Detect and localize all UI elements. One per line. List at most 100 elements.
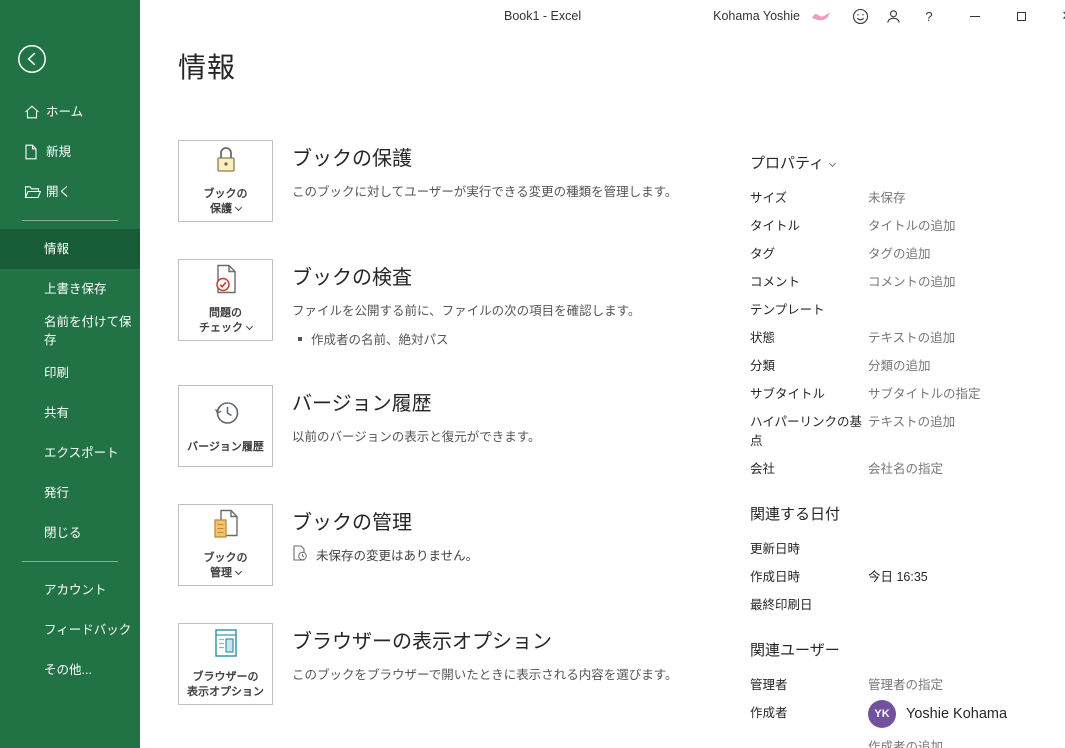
section-manage-workbook: ブックの 管理 ブックの管理 未保存の変更はありません。 xyxy=(178,504,750,586)
protect-workbook-button[interactable]: ブックの 保護 xyxy=(178,140,273,222)
inspect-finding: 作成者の名前、絶対パス xyxy=(298,329,640,348)
browser-view-icon xyxy=(213,628,239,663)
check-for-issues-button[interactable]: 問題の チェック xyxy=(178,259,273,341)
sidebar-item-new[interactable]: 新規 xyxy=(0,132,140,172)
sidebar-item-label: 開く xyxy=(46,184,72,199)
property-row-categories: 分類 分類の追加 xyxy=(750,355,1050,374)
sidebar-item-open[interactable]: 開く xyxy=(0,172,140,212)
add-status-action[interactable]: テキストの追加 xyxy=(868,327,955,346)
sidebar: ホーム 新規 開く 情報 上書き保存 名前を付けて保存 印刷 共有 エクスポート… xyxy=(0,0,140,748)
section-browser-view-options: ブラウザーの 表示オプション ブラウザーの表示オプション このブックをブラウザー… xyxy=(178,623,750,705)
button-label: ブックの 保護 xyxy=(203,188,248,215)
unsaved-document-icon xyxy=(292,545,307,564)
lock-icon xyxy=(213,145,239,180)
properties-heading[interactable]: プロパティ xyxy=(750,152,1050,173)
section-title: ブラウザーの表示オプション xyxy=(292,631,552,653)
sidebar-item-label: 印刷 xyxy=(44,366,70,381)
chevron-down-icon xyxy=(245,322,254,331)
section-description: ファイルを公開する前に、ファイルの次の項目を確認します。 xyxy=(292,304,641,318)
button-label: バージョン履歴 xyxy=(187,440,264,453)
section-protect-workbook: ブックの 保護 ブックの保護 このブックに対してユーザーが実行できる変更の種類を… xyxy=(178,140,750,222)
sidebar-item-print[interactable]: 印刷 xyxy=(0,353,140,393)
version-history-button[interactable]: バージョン履歴 xyxy=(178,385,273,467)
section-title: バージョン履歴 xyxy=(292,393,432,415)
button-label: ブックの 管理 xyxy=(203,552,248,579)
bullet-icon xyxy=(298,336,302,341)
add-category-action[interactable]: 分類の追加 xyxy=(868,355,931,374)
add-title-action[interactable]: タイトルの追加 xyxy=(868,215,956,234)
specify-manager-action[interactable]: 管理者の指定 xyxy=(868,674,943,693)
property-row-company: 会社 会社名の指定 xyxy=(750,458,1050,477)
section-description: このブックをブラウザーで開いたときに表示される内容を選びます。 xyxy=(292,668,678,682)
sidebar-item-save-as[interactable]: 名前を付けて保存 xyxy=(0,309,140,353)
property-value: 未保存 xyxy=(868,191,906,205)
property-row-subtitle: サブタイトル サブタイトルの指定 xyxy=(750,383,1050,402)
sidebar-item-options[interactable]: その他... xyxy=(0,650,140,690)
author-persona[interactable]: YK Yoshie Kohama xyxy=(868,700,1007,728)
sidebar-item-label: ホーム xyxy=(46,104,84,119)
sidebar-divider xyxy=(22,220,118,221)
sidebar-item-save[interactable]: 上書き保存 xyxy=(0,269,140,309)
signed-in-user[interactable]: Kohama Yoshie xyxy=(713,9,800,23)
manager-row: 管理者 管理者の指定 xyxy=(750,674,1050,693)
help-icon[interactable]: ? xyxy=(918,9,940,24)
close-button[interactable]: ✕ xyxy=(1044,0,1065,32)
page-title: 情報 xyxy=(178,52,237,83)
related-people-heading: 関連ユーザー xyxy=(750,642,840,659)
add-tag-action[interactable]: タグの追加 xyxy=(868,243,931,262)
sidebar-item-feedback[interactable]: フィードバック xyxy=(0,610,140,650)
manage-workbook-button[interactable]: ブックの 管理 xyxy=(178,504,273,586)
feedback-smiley-icon[interactable] xyxy=(852,8,869,25)
sidebar-item-info[interactable]: 情報 xyxy=(0,229,140,269)
chevron-down-icon xyxy=(234,203,243,212)
minimize-button[interactable] xyxy=(952,0,998,32)
related-dates-heading: 関連する日付 xyxy=(750,506,841,523)
add-hyperlink-base-action[interactable]: テキストの追加 xyxy=(868,411,955,430)
set-subtitle-action[interactable]: サブタイトルの指定 xyxy=(868,383,981,402)
property-row-hyperlink-base: ハイパーリンクの基点 テキストの追加 xyxy=(750,411,1050,449)
browser-view-options-button[interactable]: ブラウザーの 表示オプション xyxy=(178,623,273,705)
open-folder-icon xyxy=(24,185,41,199)
section-title: ブックの検査 xyxy=(292,267,412,289)
sidebar-item-label: フィードバック xyxy=(44,623,132,638)
sidebar-item-label: エクスポート xyxy=(44,446,119,461)
sidebar-item-export[interactable]: エクスポート xyxy=(0,433,140,473)
add-comment-action[interactable]: コメントの追加 xyxy=(868,271,956,290)
ink-flair-icon xyxy=(810,10,832,22)
sidebar-item-home[interactable]: ホーム xyxy=(0,92,140,132)
date-row-created: 作成日時 今日 16:35 xyxy=(750,566,1050,585)
info-actions-column: ブックの 保護 ブックの保護 このブックに対してユーザーが実行できる変更の種類を… xyxy=(178,140,750,748)
content-area: Book1 - Excel Kohama Yoshie ? 情報 ブックの 保護… xyxy=(140,0,1065,748)
section-description: このブックに対してユーザーが実行できる変更の種類を管理します。 xyxy=(292,185,678,199)
sidebar-item-share[interactable]: 共有 xyxy=(0,393,140,433)
titlebar: Book1 - Excel Kohama Yoshie ? xyxy=(140,0,1065,32)
sidebar-item-label: 上書き保存 xyxy=(44,281,107,296)
author-row: 作成者 YK Yoshie Kohama xyxy=(750,700,1050,728)
chevron-down-icon xyxy=(829,159,837,168)
sidebar-item-label: 名前を付けて保存 xyxy=(44,315,132,348)
new-document-icon xyxy=(24,144,41,160)
sidebar-item-label: 共有 xyxy=(44,406,70,421)
history-clock-icon xyxy=(211,398,241,433)
sidebar-item-label: 情報 xyxy=(44,241,70,256)
back-button[interactable] xyxy=(17,44,47,74)
sidebar-item-label: 発行 xyxy=(44,486,70,501)
set-company-action[interactable]: 会社名の指定 xyxy=(868,458,943,477)
sidebar-item-publish[interactable]: 発行 xyxy=(0,473,140,513)
maximize-icon xyxy=(1016,11,1026,21)
maximize-button[interactable] xyxy=(998,0,1044,32)
sidebar-item-label: 新規 xyxy=(46,144,72,159)
window-title: Book1 - Excel xyxy=(504,9,582,23)
back-arrow-icon xyxy=(18,45,46,73)
account-person-icon[interactable] xyxy=(885,8,902,25)
sidebar-item-label: アカウント xyxy=(44,583,107,598)
date-value: 今日 16:35 xyxy=(868,570,928,584)
sidebar-item-account[interactable]: アカウント xyxy=(0,570,140,610)
section-version-history: バージョン履歴 バージョン履歴 以前のバージョンの表示と復元ができます。 xyxy=(178,385,750,467)
info-page: 情報 ブックの 保護 ブックの保護 このブックに対してユーザーが実行できる変更の… xyxy=(140,32,1065,748)
section-description: 以前のバージョンの表示と復元ができます。 xyxy=(292,430,541,444)
sidebar-item-label: 閉じる xyxy=(44,526,82,541)
add-author-action[interactable]: 作成者の追加 xyxy=(868,736,1050,748)
chevron-down-icon xyxy=(234,567,243,576)
sidebar-item-close[interactable]: 閉じる xyxy=(0,513,140,553)
